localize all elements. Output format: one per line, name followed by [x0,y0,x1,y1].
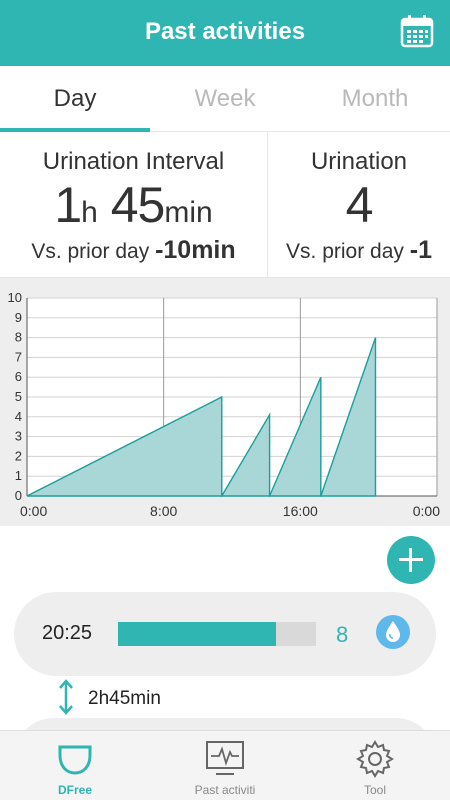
count-value: 4 [345,177,374,233]
count-vs-label: Vs. prior day [286,240,404,263]
interval-hours: 1 [54,177,82,233]
tab-day[interactable]: Day [0,66,150,132]
up-down-arrow-icon [59,679,73,715]
nav-past-activities[interactable]: Past activiti [150,731,300,800]
water-drop-icon [376,615,410,649]
chart-y-tick-label: 6 [15,369,22,384]
gear-icon [356,740,394,778]
record-level-bar [118,622,316,646]
interval-vs-label: Vs. prior day [31,240,150,263]
chart-x-tick-label: 0:00 [20,503,47,519]
period-tabs: Day Week Month [0,66,450,132]
daily-chart: 0 1 2 3 4 5 6 7 8 9 10 0:00 8:00 16:00 0:00 [0,278,450,526]
nav-past-activities-label: Past activiti [194,783,256,797]
page-title: Past activities [144,18,306,45]
app-header: Past activities [0,0,450,66]
chart-y-tick-label: 8 [15,330,22,345]
nav-dfree[interactable]: DFree [0,731,150,800]
interval-comparison: Vs. prior day -10min [0,236,267,265]
tab-month[interactable]: Month [300,66,450,131]
nav-tool-label: Tool [363,783,386,797]
chart-x-tick-label: 16:00 [283,503,318,519]
chart-y-tick-label: 2 [15,448,22,463]
nav-tool[interactable]: Tool [300,731,450,800]
interval-label: Urination Interval [42,148,225,175]
tab-week[interactable]: Week [150,66,300,131]
interval-minutes: 45 [110,177,166,233]
chart-y-tick-label: 3 [15,429,22,444]
count-summary: Urination 4 Vs. prior day -1 [268,132,450,277]
interval-delta: -10min [155,236,236,264]
chart-y-tick-label: 1 [15,468,22,483]
record-card[interactable]: 20:25 8 [14,592,436,676]
chart-y-tick-label: 7 [15,349,22,364]
bottom-nav: DFree Past activiti Tool [0,730,450,800]
interval-row: 2h45min [56,678,256,716]
record-level-fill [118,622,277,646]
chart-y-tick-label: 10 [8,290,22,305]
nav-dfree-label: DFree [57,783,92,797]
interval-text: 2h45min [88,688,161,709]
count-label: Urination [310,148,408,175]
chart-y-tick-label: 0 [15,488,22,503]
summary-panel: Urination Interval 1h 45min Vs. prior da… [0,132,450,278]
chart-y-tick-label: 4 [15,409,22,424]
interval-hours-unit: h [81,196,98,229]
dfree-device-icon [58,745,92,775]
count-comparison: Vs. prior day -1 [268,236,450,265]
record-level-value: 8 [336,622,349,647]
chart-y-tick-label: 9 [15,310,22,325]
count-delta: -1 [409,236,432,264]
chart-x-tick-label: 0:00 [413,503,440,519]
interval-minutes-unit: min [164,196,213,229]
calendar-icon[interactable] [400,14,434,48]
interval-value: 1h 45min [0,176,267,234]
chart-monitor-icon [206,741,244,775]
chart-x-tick-label: 8:00 [150,503,177,519]
chart-y-tick-label: 5 [15,389,22,404]
record-time: 20:25 [42,622,93,644]
add-record-button[interactable] [387,536,435,584]
interval-summary: Urination Interval 1h 45min Vs. prior da… [0,132,268,277]
chart-svg: 0 1 2 3 4 5 6 7 8 9 10 0:00 8:00 16:00 0:00 [8,290,441,519]
